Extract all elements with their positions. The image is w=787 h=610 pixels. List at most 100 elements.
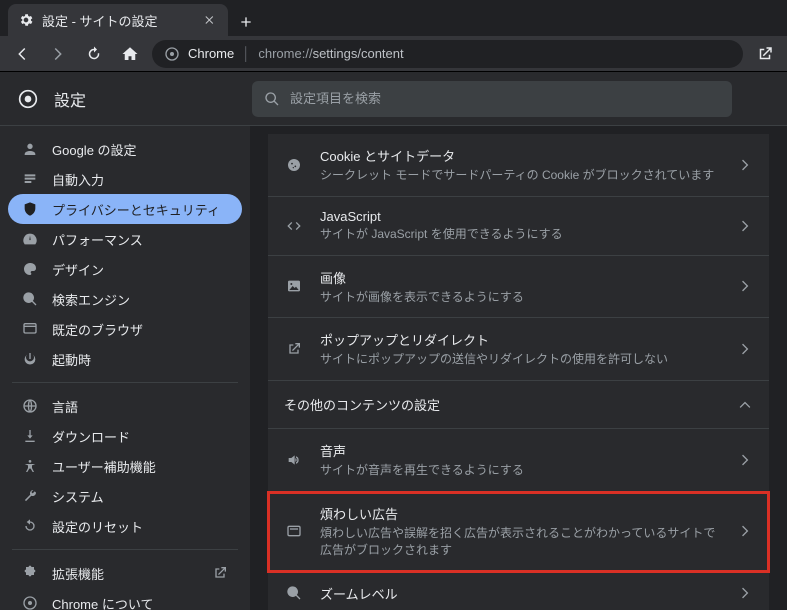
- section-title: その他のコンテンツの設定: [284, 395, 440, 414]
- sidebar-item-default-browser[interactable]: 既定のブラウザ: [8, 314, 242, 344]
- share-button[interactable]: [751, 40, 779, 68]
- sidebar-item-performance[interactable]: パフォーマンス: [8, 224, 242, 254]
- sidebar-label: ダウンロード: [52, 427, 130, 446]
- row-title: 画像: [320, 268, 721, 287]
- setting-row-images[interactable]: 画像 サイトが画像を表示できるようにする: [268, 256, 769, 319]
- chevron-right-icon: [737, 585, 753, 601]
- sidebar-label: 言語: [52, 397, 78, 416]
- search-icon: [22, 291, 38, 307]
- accessibility-icon: [22, 458, 38, 474]
- power-icon: [22, 351, 38, 367]
- browser-icon: [22, 321, 38, 337]
- sidebar-item-appearance[interactable]: デザイン: [8, 254, 242, 284]
- sidebar-label: パフォーマンス: [52, 230, 143, 249]
- chrome-logo-icon: [18, 89, 38, 109]
- back-button[interactable]: [8, 40, 36, 68]
- sidebar-label: 起動時: [52, 350, 91, 369]
- url-separator: │: [242, 46, 250, 61]
- cookie-icon: [284, 157, 304, 173]
- sidebar-item-accessibility[interactable]: ユーザー補助機能: [8, 451, 242, 481]
- chrome-icon: [22, 595, 38, 610]
- sidebar-item-system[interactable]: システム: [8, 481, 242, 511]
- sound-icon: [284, 452, 304, 468]
- sidebar-item-on-startup[interactable]: 起動時: [8, 344, 242, 374]
- row-sub: サイトが JavaScript を使用できるようにする: [320, 226, 721, 243]
- close-icon[interactable]: [202, 12, 218, 28]
- url-scheme: chrome://: [258, 46, 312, 61]
- chevron-right-icon: [737, 157, 753, 173]
- setting-row-popups[interactable]: ポップアップとリダイレクト サイトにポップアップの送信やリダイレクトの使用を許可…: [268, 318, 769, 381]
- settings-sidebar: Google の設定 自動入力 プライバシーとセキュリティ パフォーマンス デザ…: [0, 126, 250, 610]
- chevron-right-icon: [737, 218, 753, 234]
- sidebar-item-privacy[interactable]: プライバシーとセキュリティ: [8, 194, 242, 224]
- code-icon: [284, 218, 304, 234]
- settings-header: 設定: [0, 72, 787, 126]
- page-title: 設定: [54, 87, 86, 111]
- url-label-chrome: Chrome: [188, 46, 234, 61]
- person-icon: [22, 141, 38, 157]
- chevron-right-icon: [737, 523, 753, 539]
- wrench-icon: [22, 488, 38, 504]
- popup-icon: [284, 341, 304, 357]
- sidebar-label: 拡張機能: [52, 564, 104, 583]
- shield-icon: [22, 201, 38, 217]
- globe-icon: [22, 398, 38, 414]
- browser-tab[interactable]: 設定 - サイトの設定: [8, 4, 228, 36]
- reset-icon: [22, 518, 38, 534]
- sidebar-item-languages[interactable]: 言語: [8, 391, 242, 421]
- setting-row-zoom[interactable]: ズームレベル: [268, 572, 769, 610]
- sidebar-item-reset[interactable]: 設定のリセット: [8, 511, 242, 541]
- chrome-product-icon: [164, 46, 180, 62]
- forward-button[interactable]: [44, 40, 72, 68]
- sidebar-item-about-chrome[interactable]: Chrome について: [8, 588, 242, 610]
- extension-icon: [22, 565, 38, 581]
- settings-search-input[interactable]: [290, 91, 720, 106]
- tab-strip: 設定 - サイトの設定: [0, 0, 787, 36]
- external-link-icon: [212, 565, 228, 581]
- address-bar[interactable]: Chrome │ chrome://settings/content: [152, 40, 743, 68]
- setting-row-cookies[interactable]: Cookie とサイトデータ シークレット モードでサードパーティの Cooki…: [268, 134, 769, 197]
- reload-button[interactable]: [80, 40, 108, 68]
- setting-row-intrusive-ads[interactable]: 煩わしい広告 煩わしい広告や誤解を招く広告が表示されることがわかっているサイトで…: [268, 492, 769, 572]
- settings-search[interactable]: [252, 81, 732, 117]
- section-other-content[interactable]: その他のコンテンツの設定: [268, 381, 769, 429]
- row-title: 煩わしい広告: [320, 504, 721, 523]
- row-title: ズームレベル: [320, 584, 721, 603]
- palette-icon: [22, 261, 38, 277]
- speedometer-icon: [22, 231, 38, 247]
- row-title: ポップアップとリダイレクト: [320, 330, 721, 349]
- row-title: JavaScript: [320, 209, 721, 224]
- row-sub: サイトが画像を表示できるようにする: [320, 289, 721, 306]
- sidebar-item-google[interactable]: Google の設定: [8, 134, 242, 164]
- sidebar-label: Google の設定: [52, 140, 137, 159]
- row-sub: サイトにポップアップの送信やリダイレクトの使用を許可しない: [320, 351, 721, 368]
- sidebar-item-autofill[interactable]: 自動入力: [8, 164, 242, 194]
- row-sub: サイトが音声を再生できるようにする: [320, 462, 721, 479]
- sidebar-label: Chrome について: [52, 594, 153, 610]
- search-icon: [264, 91, 280, 107]
- chevron-right-icon: [737, 452, 753, 468]
- url-path: settings/content: [313, 46, 404, 61]
- sidebar-item-search-engine[interactable]: 検索エンジン: [8, 284, 242, 314]
- sidebar-separator: [12, 549, 238, 550]
- settings-content: Cookie とサイトデータ シークレット モードでサードパーティの Cooki…: [250, 126, 787, 610]
- image-icon: [284, 278, 304, 294]
- sidebar-separator: [12, 382, 238, 383]
- sidebar-label: システム: [52, 487, 104, 506]
- sidebar-label: 検索エンジン: [52, 290, 130, 309]
- sidebar-label: プライバシーとセキュリティ: [52, 200, 220, 219]
- sidebar-item-downloads[interactable]: ダウンロード: [8, 421, 242, 451]
- sidebar-item-extensions[interactable]: 拡張機能: [8, 558, 242, 588]
- chevron-right-icon: [737, 341, 753, 357]
- download-icon: [22, 428, 38, 444]
- gear-icon: [18, 12, 34, 28]
- setting-row-sound[interactable]: 音声 サイトが音声を再生できるようにする: [268, 429, 769, 492]
- sidebar-label: 自動入力: [52, 170, 104, 189]
- setting-row-javascript[interactable]: JavaScript サイトが JavaScript を使用できるようにする: [268, 197, 769, 256]
- home-button[interactable]: [116, 40, 144, 68]
- chevron-up-icon: [737, 397, 753, 413]
- autofill-icon: [22, 171, 38, 187]
- row-title: Cookie とサイトデータ: [320, 146, 721, 165]
- new-tab-button[interactable]: [228, 8, 264, 36]
- sidebar-label: デザイン: [52, 260, 104, 279]
